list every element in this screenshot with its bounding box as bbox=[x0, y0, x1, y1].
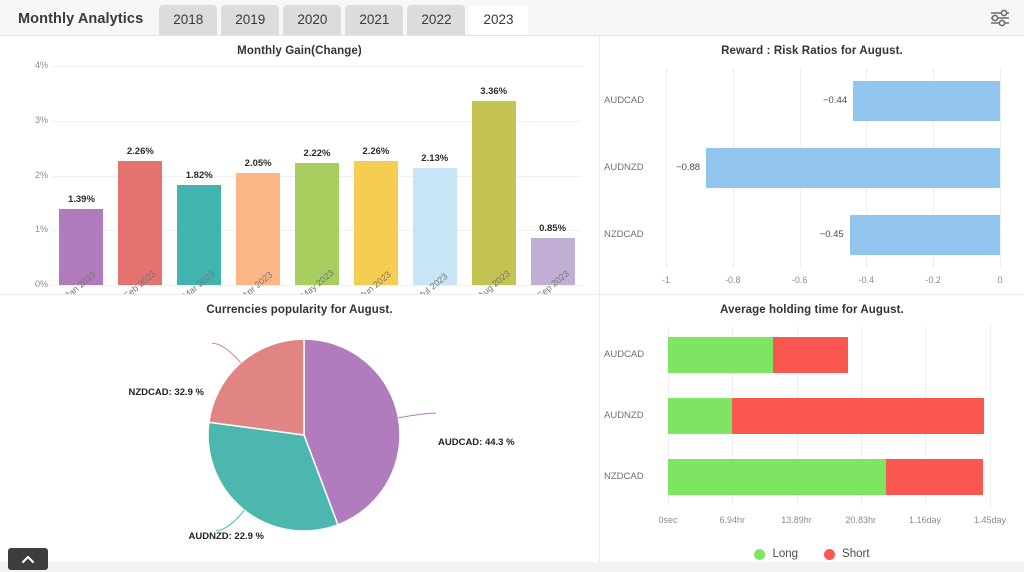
currencies-pie-plot: AUDCAD: 44.3 % NZDCAD: 32.9 % AUDNZD: 22.9… bbox=[0, 319, 600, 569]
pie-label-audcad: AUDCAD: 44.3 % bbox=[438, 437, 600, 448]
x-axis-tick-label: -1 bbox=[646, 275, 686, 285]
pie-leader-line bbox=[398, 413, 436, 418]
legend-swatch-icon bbox=[754, 549, 765, 560]
pie-slice-audnzd[interactable] bbox=[209, 339, 304, 435]
tab-year-2021[interactable]: 2021 bbox=[345, 5, 403, 35]
x-axis-tick-label: 1.16day bbox=[901, 515, 949, 525]
monthly-gain-title: Monthly Gain(Change) bbox=[0, 36, 599, 57]
bar-audnzd[interactable] bbox=[706, 148, 1000, 188]
bar-value-label: 1.39% bbox=[59, 194, 103, 205]
x-axis-tick-label: 1.45day bbox=[966, 515, 1014, 525]
legend-label: Short bbox=[842, 548, 870, 560]
bar-audnzd-long[interactable] bbox=[668, 398, 732, 434]
tab-year-2022[interactable]: 2022 bbox=[407, 5, 465, 35]
gridline bbox=[52, 66, 582, 67]
reward-risk-title: Reward : Risk Ratios for August. bbox=[600, 36, 1024, 57]
bar-apr-2023[interactable] bbox=[236, 173, 280, 285]
x-axis-tick-label: 6.94hr bbox=[708, 515, 756, 525]
bar-may-2023[interactable] bbox=[295, 163, 339, 285]
x-axis-tick-label: 0 bbox=[980, 275, 1020, 285]
bar-value-label: −0.45 bbox=[806, 229, 844, 240]
x-axis-tick-label: -0.8 bbox=[713, 275, 753, 285]
pie-label-nzdcad: NZDCAD: 32.9 % bbox=[18, 387, 204, 398]
dashboard-app: Monthly Analytics 2018201920202021202220… bbox=[0, 0, 1024, 572]
bar-value-label: 2.22% bbox=[295, 148, 339, 159]
bar-audcad-short[interactable] bbox=[773, 337, 849, 373]
y-axis-tick-label: 0% bbox=[26, 279, 48, 289]
bar-audcad-long[interactable] bbox=[668, 337, 773, 373]
bar-jun-2023[interactable] bbox=[354, 161, 398, 285]
average-holding-time-plot: 0sec6.94hr13.89hr20.83hr1.16day1.45dayAU… bbox=[668, 325, 990, 507]
pie-leader-line bbox=[212, 343, 241, 363]
y-axis-category-label: NZDCAD bbox=[604, 229, 660, 240]
y-axis-tick-label: 2% bbox=[26, 170, 48, 180]
bar-value-label: 2.05% bbox=[236, 158, 280, 169]
x-axis-tick-label: -0.6 bbox=[780, 275, 820, 285]
x-axis-tick-label: 20.83hr bbox=[837, 515, 885, 525]
bar-value-label: 1.82% bbox=[177, 170, 221, 181]
x-axis-tick-label: -0.2 bbox=[913, 275, 953, 285]
y-axis-category-label: NZDCAD bbox=[604, 471, 662, 482]
y-axis-tick-label: 3% bbox=[26, 115, 48, 125]
bar-value-label: −0.44 bbox=[809, 95, 847, 106]
y-axis-category-label: AUDCAD bbox=[604, 95, 660, 106]
legend-item-long[interactable]: Long bbox=[754, 548, 798, 560]
legend-swatch-icon bbox=[824, 549, 835, 560]
monthly-gain-plot: 0%1%2%3%4%1.39%Jan 20232.26%Feb 20231.82… bbox=[52, 66, 582, 285]
pie-leader-line bbox=[216, 510, 244, 530]
currencies-popularity-title: Currencies popularity for August. bbox=[0, 295, 599, 316]
panel-reward-risk: Reward : Risk Ratios for August. -1-0.8-… bbox=[600, 36, 1024, 295]
year-tab-bar: 201820192020202120222023 bbox=[159, 5, 531, 35]
tab-year-2023[interactable]: 2023 bbox=[469, 5, 527, 35]
y-axis-tick-label: 1% bbox=[26, 224, 48, 234]
scroll-to-top-button[interactable] bbox=[8, 548, 48, 570]
panel-monthly-gain: Monthly Gain(Change) 0%1%2%3%4%1.39%Jan … bbox=[0, 36, 600, 295]
bar-nzdcad-short[interactable] bbox=[886, 459, 982, 495]
bar-nzdcad[interactable] bbox=[850, 215, 1000, 255]
legend-label: Long bbox=[772, 548, 798, 560]
average-holding-time-title: Average holding time for August. bbox=[600, 295, 1024, 316]
dashboard-header: Monthly Analytics 2018201920202021202220… bbox=[0, 0, 1024, 36]
bar-aug-2023[interactable] bbox=[472, 101, 516, 285]
bar-value-label: −0.88 bbox=[662, 162, 700, 173]
x-axis-tick-label: -0.4 bbox=[846, 275, 886, 285]
bar-audnzd-short[interactable] bbox=[732, 398, 984, 434]
bar-value-label: 2.26% bbox=[118, 146, 162, 157]
bar-nzdcad-long[interactable] bbox=[668, 459, 886, 495]
sliders-icon[interactable] bbox=[988, 8, 1012, 28]
chevron-up-icon bbox=[21, 555, 35, 564]
panel-average-holding-time: Average holding time for August. 0sec6.9… bbox=[600, 295, 1024, 572]
bar-value-label: 0.85% bbox=[531, 223, 575, 234]
bar-jul-2023[interactable] bbox=[413, 168, 457, 285]
page-title: Monthly Analytics bbox=[10, 11, 159, 35]
y-axis-category-label: AUDNZD bbox=[604, 410, 662, 421]
x-axis-tick-label: 0sec bbox=[644, 515, 692, 525]
bar-mar-2023[interactable] bbox=[177, 185, 221, 285]
bar-value-label: 2.13% bbox=[413, 153, 457, 164]
y-axis-category-label: AUDCAD bbox=[604, 349, 662, 360]
holding-time-legend: Long Short bbox=[600, 548, 1024, 560]
panel-currencies-popularity: Currencies popularity for August. AUDCAD… bbox=[0, 295, 600, 572]
legend-item-short[interactable]: Short bbox=[824, 548, 870, 560]
y-axis-category-label: AUDNZD bbox=[604, 162, 660, 173]
charts-grid: Monthly Gain(Change) 0%1%2%3%4%1.39%Jan … bbox=[0, 36, 1024, 572]
tab-year-2020[interactable]: 2020 bbox=[283, 5, 341, 35]
x-axis-tick-label: 13.89hr bbox=[773, 515, 821, 525]
bar-value-label: 3.36% bbox=[472, 86, 516, 97]
reward-risk-plot: -1-0.8-0.6-0.4-0.20−0.44AUDCAD−0.88AUDNZ… bbox=[666, 68, 1000, 268]
bar-jan-2023[interactable] bbox=[59, 209, 103, 285]
tab-year-2019[interactable]: 2019 bbox=[221, 5, 279, 35]
y-axis-tick-label: 4% bbox=[26, 60, 48, 70]
bar-feb-2023[interactable] bbox=[118, 161, 162, 285]
window-bottom-edge bbox=[0, 562, 1024, 572]
gridline bbox=[1000, 68, 1001, 268]
tab-year-2018[interactable]: 2018 bbox=[159, 5, 217, 35]
bar-value-label: 2.26% bbox=[354, 146, 398, 157]
pie-label-audnzd: AUDNZD: 22.9 % bbox=[78, 531, 264, 542]
bar-audcad[interactable] bbox=[853, 81, 1000, 121]
gridline bbox=[990, 325, 991, 507]
